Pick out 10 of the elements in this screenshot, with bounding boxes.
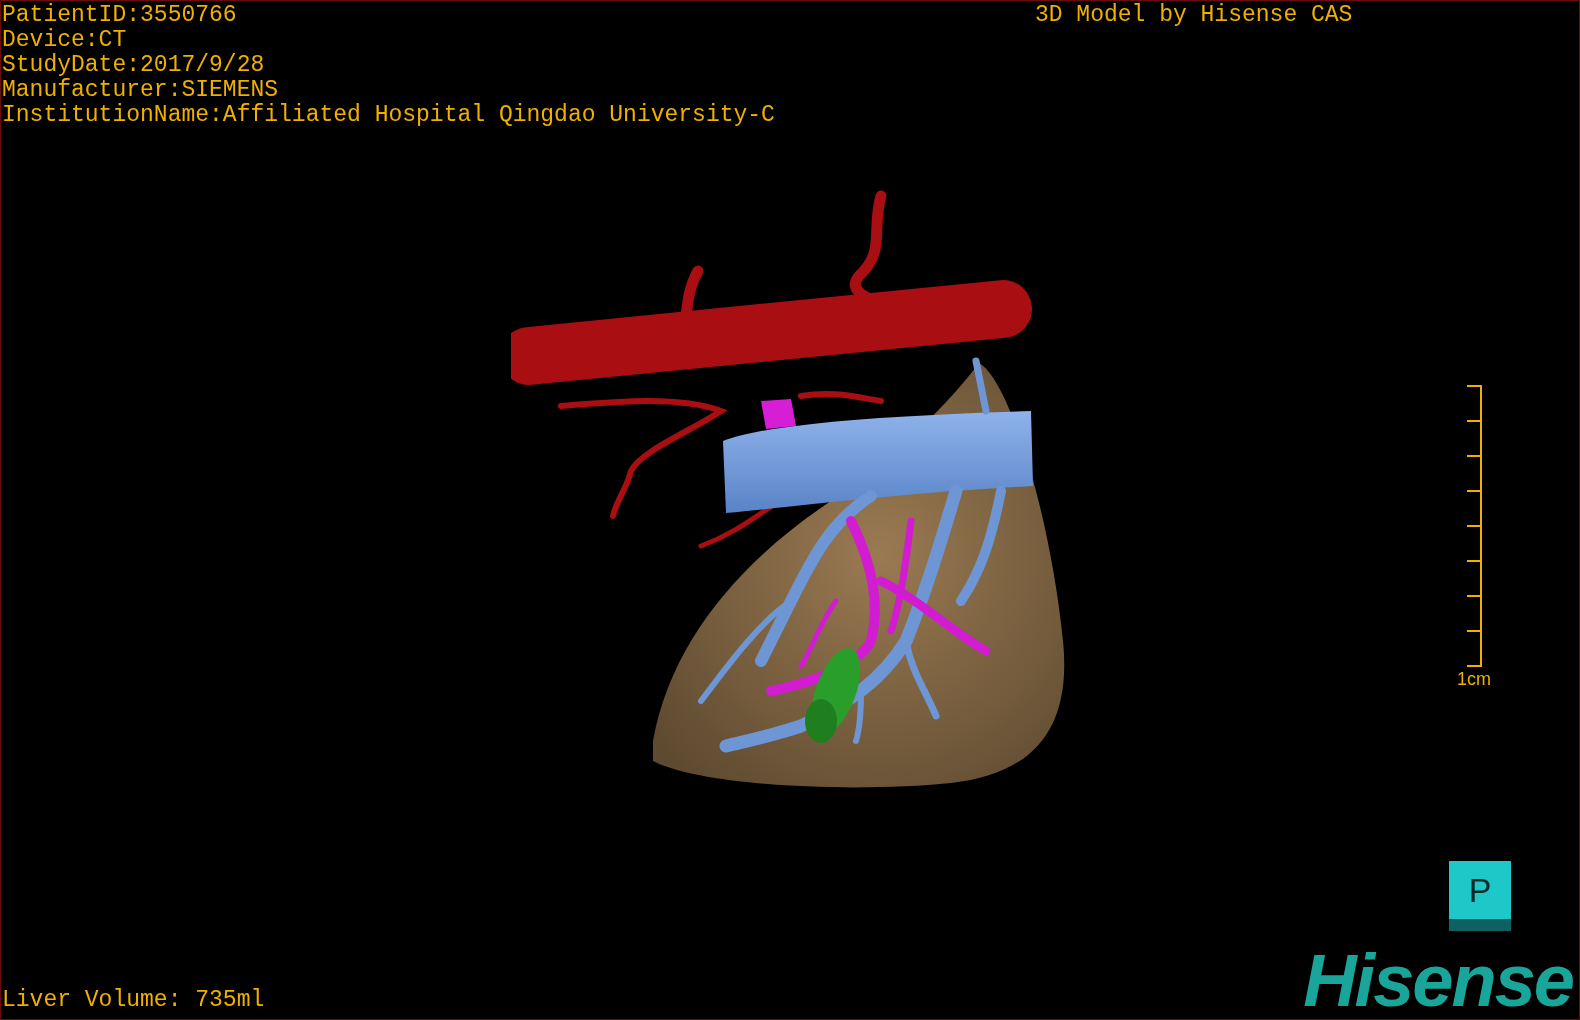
info-line: Device:CT: [2, 28, 128, 53]
info-line: Manufacturer:SIEMENS: [2, 78, 280, 103]
orientation-cube[interactable]: P: [1449, 861, 1511, 931]
credit-text: 3D Model by Hisense CAS: [1034, 3, 1353, 28]
scale-label: 1cm: [1457, 668, 1491, 690]
info-line: StudyDate:2017/9/28: [2, 53, 266, 78]
brand-logo: Hisense: [1303, 949, 1573, 1013]
liver-volume-text: Liver Volume: 735ml: [2, 988, 265, 1013]
info-line: InstitutionName:Affiliated Hospital Qingdao University-C: [2, 103, 775, 128]
info-line: PatientID:3550766: [2, 3, 238, 28]
